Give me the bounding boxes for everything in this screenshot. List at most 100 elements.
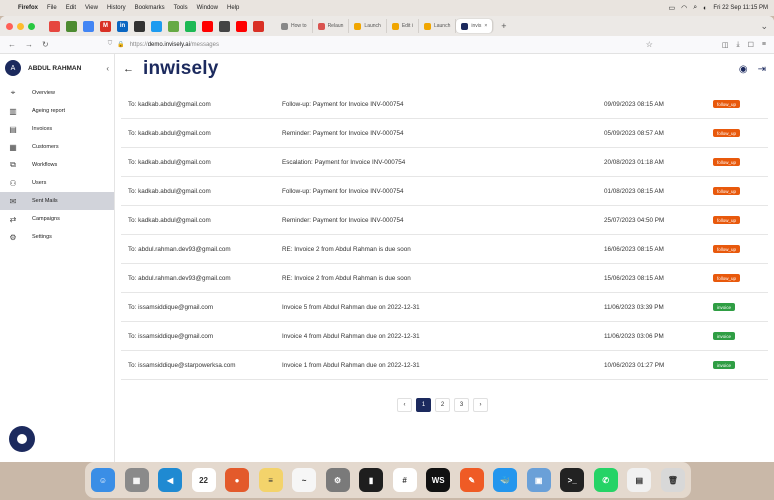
menu-tools[interactable]: Tools <box>174 5 188 11</box>
back-arrow-icon[interactable]: ← <box>123 63 143 75</box>
pinned-tab-icon[interactable] <box>151 20 162 32</box>
downloads-icon[interactable]: ⤓ <box>737 41 740 49</box>
close-window-button[interactable] <box>6 22 13 30</box>
terminal2-icon[interactable]: >_ <box>560 468 585 492</box>
sidebar-item-ageing-report[interactable]: ▥ Ageing report <box>0 102 114 120</box>
sidebar-item-customers[interactable]: ▦ Customers <box>0 138 114 156</box>
forward-arrow-icon[interactable]: → <box>25 40 33 49</box>
pinned-tab-icon[interactable] <box>134 20 145 32</box>
docker-icon[interactable]: 🐳 <box>493 468 518 492</box>
youtube-icon[interactable] <box>236 20 247 32</box>
terminal-icon[interactable]: ▮ <box>359 468 384 492</box>
menu-file[interactable]: File <box>47 5 57 11</box>
notes-icon[interactable]: ≡ <box>258 468 283 492</box>
menu-icon[interactable]: ≡ <box>762 41 766 49</box>
postman-icon[interactable]: ✎ <box>459 468 484 492</box>
prev-page-button[interactable]: ‹ <box>397 398 412 412</box>
vscode-icon[interactable]: ◀ <box>158 468 183 492</box>
lock-icon[interactable]: 🔒 <box>117 41 124 48</box>
pinned-tab-icon[interactable] <box>66 20 77 32</box>
browser-tab[interactable]: How to <box>276 19 313 33</box>
message-row[interactable]: To: kadkab.abdul@gmail.com Reminder: Paym… <box>121 119 768 148</box>
downloads-icon[interactable]: ▤ <box>627 468 652 492</box>
menu-help[interactable]: Help <box>227 5 239 11</box>
menu-firefox[interactable]: Firefox <box>18 5 38 11</box>
extensions-icon[interactable]: ☐ <box>748 41 754 49</box>
calendar-icon[interactable]: 22 <box>191 468 216 492</box>
sidebar-item-settings[interactable]: ⚙ Settings <box>0 228 114 246</box>
shield-icon[interactable]: ⛉ <box>108 41 113 48</box>
browser-tab[interactable]: Launch <box>349 19 387 33</box>
url-bar[interactable]: ⛉ 🔒 https://demo.invisely.ai/messages <box>108 39 637 51</box>
trash-icon[interactable]: 🗑 <box>660 468 685 492</box>
message-row[interactable]: To: issamsiddique@gmail.com Invoice 5 fro… <box>121 293 768 322</box>
launchpad-icon[interactable]: ▦ <box>124 468 149 492</box>
whatsapp-icon[interactable]: ✆ <box>593 468 618 492</box>
chat-widget-button[interactable] <box>9 426 35 452</box>
subject: RE: Invoice 2 from Abdul Rahman is due s… <box>282 274 411 282</box>
browser-tab[interactable]: invis × <box>456 19 494 33</box>
sidebar-item-workflows[interactable]: ⧉ Workflows <box>0 156 114 174</box>
tab-list-chevron-icon[interactable]: ⌄ <box>760 21 768 32</box>
menu-bookmarks[interactable]: Bookmarks <box>135 5 165 11</box>
sidebar-item-users[interactable]: ⚇ Users <box>0 174 114 192</box>
page-button-1[interactable]: 1 <box>416 398 431 412</box>
menu-history[interactable]: History <box>107 5 126 11</box>
browser-tab[interactable]: Relaun <box>313 19 350 33</box>
close-tab-icon[interactable]: × <box>484 23 487 29</box>
webstorm-icon[interactable]: WS <box>426 468 451 492</box>
sidebar-item-sent-mails[interactable]: ✉ Sent Mails <box>0 192 114 210</box>
message-row[interactable]: To: abdul.rahman.dev93@gmail.com RE: Invo… <box>121 264 768 293</box>
avatar[interactable]: A <box>5 60 21 76</box>
wifi-icon[interactable]: ◠ <box>681 4 687 12</box>
logout-icon[interactable]: ⇥ <box>758 64 766 75</box>
preview-icon[interactable]: ▣ <box>526 468 551 492</box>
control-center-icon[interactable]: ◐ <box>703 5 707 12</box>
new-tab-button[interactable]: + <box>501 21 506 31</box>
collapse-chevron-icon[interactable]: ‹ <box>106 64 109 73</box>
youtube-icon[interactable] <box>202 20 213 32</box>
menu-edit[interactable]: Edit <box>66 5 76 11</box>
zoom-window-button[interactable] <box>28 22 35 30</box>
message-row[interactable]: To: kadkab.abdul@gmail.com Reminder: Paym… <box>121 206 768 235</box>
support-icon[interactable]: ◉ <box>739 64 748 75</box>
freeform-icon[interactable]: ~ <box>292 468 317 492</box>
sidebar-item-invoices[interactable]: ▤ Invoices <box>0 120 114 138</box>
favicon-icon <box>391 22 399 30</box>
pinned-tab-icon[interactable] <box>168 20 179 32</box>
slack-icon[interactable]: # <box>392 468 417 492</box>
battery-icon[interactable]: ▭ <box>669 4 676 12</box>
reload-icon[interactable]: ↻ <box>42 40 49 49</box>
pinned-tab-icon[interactable] <box>253 20 264 32</box>
system-settings-icon[interactable]: ⚙ <box>325 468 350 492</box>
page-button-2[interactable]: 2 <box>435 398 450 412</box>
back-arrow-icon[interactable]: ← <box>8 40 16 49</box>
pinned-tab-icon[interactable] <box>83 20 94 32</box>
menubar-clock[interactable]: Fri 22 Sep 11:15 PM <box>713 5 768 11</box>
pinned-tab-icon[interactable] <box>185 20 196 32</box>
message-row[interactable]: To: kadkab.abdul@gmail.com Follow-up: Pay… <box>121 90 768 119</box>
pinned-tab-icon[interactable] <box>49 20 60 32</box>
bookmark-star-icon[interactable]: ☆ <box>646 40 653 49</box>
browser-tab[interactable]: Launch <box>419 19 457 33</box>
finder-icon[interactable]: ☺ <box>91 468 115 492</box>
browser-tab[interactable]: Edit i <box>387 19 419 33</box>
message-row[interactable]: To: abdul.rahman.dev93@gmail.com RE: Invo… <box>121 235 768 264</box>
pocket-icon[interactable]: ◫ <box>722 41 729 49</box>
minimize-window-button[interactable] <box>17 22 24 30</box>
menu-view[interactable]: View <box>85 5 98 11</box>
menu-window[interactable]: Window <box>197 5 218 11</box>
next-page-button[interactable]: › <box>473 398 488 412</box>
gmail-icon[interactable]: M <box>100 20 111 32</box>
message-row[interactable]: To: issamsiddique@gmail.com Invoice 4 fro… <box>121 322 768 351</box>
linkedin-icon[interactable]: in <box>117 20 128 32</box>
github-icon[interactable] <box>219 20 230 32</box>
message-row[interactable]: To: kadkab.abdul@gmail.com Escalation: Pa… <box>121 148 768 177</box>
search-icon[interactable]: ⌕ <box>693 4 697 12</box>
firefox-icon[interactable]: ● <box>225 468 250 492</box>
message-row[interactable]: To: issamsiddique@starpowerksa.com Invoic… <box>121 351 768 380</box>
sidebar-item-campaigns[interactable]: ⇄ Campaigns <box>0 210 114 228</box>
message-row[interactable]: To: kadkab.abdul@gmail.com Follow-up: Pay… <box>121 177 768 206</box>
page-button-3[interactable]: 3 <box>454 398 469 412</box>
sidebar-item-overview[interactable]: ⌖ Overview <box>0 84 114 102</box>
